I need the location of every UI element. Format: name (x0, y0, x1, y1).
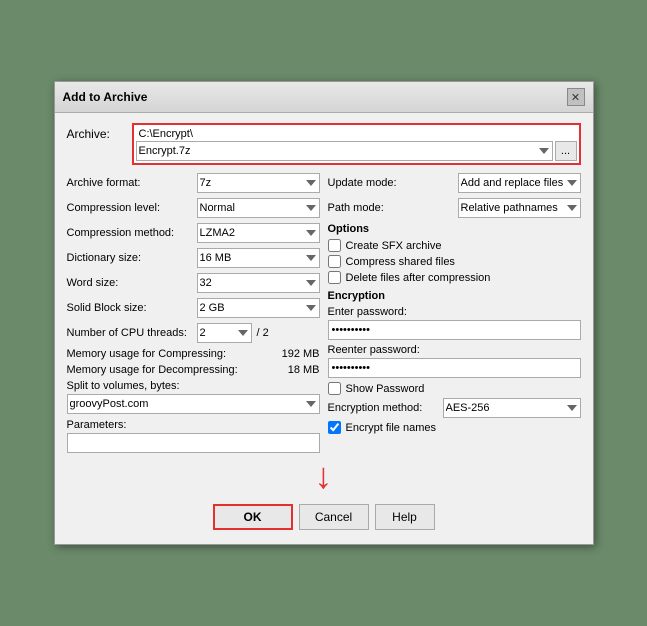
delete-files-label: Delete files after compression (346, 272, 491, 284)
word-size-label: Word size: (67, 277, 197, 289)
compression-method-label: Compression method: (67, 227, 197, 239)
enc-method-row: Encryption method: AES-256 (328, 398, 581, 418)
solid-block-label: Solid Block size: (67, 302, 197, 314)
archive-input-group: C:\Encrypt\ Encrypt.7z ... (132, 123, 581, 165)
compress-shared-row[interactable]: Compress shared files (328, 255, 581, 268)
solid-block-select[interactable]: 2 GB (197, 298, 320, 318)
update-mode-select[interactable]: Add and replace files (458, 173, 581, 193)
archive-format-select[interactable]: 7z (197, 173, 320, 193)
compression-level-row: Compression level: Normal (67, 198, 320, 218)
archive-format-label: Archive format: (67, 177, 197, 189)
archive-row: Archive: C:\Encrypt\ Encrypt.7z ... (67, 123, 581, 165)
left-column: Archive format: 7z Compression level: No… (67, 173, 320, 453)
button-row: OK Cancel Help (67, 498, 581, 534)
compression-level-label: Compression level: (67, 202, 197, 214)
archive-format-row: Archive format: 7z (67, 173, 320, 193)
encrypt-names-row[interactable]: Encrypt file names (328, 421, 581, 434)
params-input[interactable] (67, 433, 320, 453)
mem-decompress-value: 18 MB (265, 364, 320, 376)
cpu-threads-select[interactable]: 2 (197, 323, 252, 343)
close-button[interactable]: ✕ (567, 88, 585, 106)
help-button[interactable]: Help (375, 504, 435, 530)
mem-compress-value: 192 MB (265, 348, 320, 360)
word-size-row: Word size: 32 (67, 273, 320, 293)
show-password-checkbox[interactable] (328, 382, 341, 395)
mem-compress-label: Memory usage for Compressing: (67, 348, 265, 360)
arrow-area: ↓ (67, 453, 581, 498)
create-sfx-checkbox[interactable] (328, 239, 341, 252)
cpu-threads-row: Number of CPU threads: 2 / 2 (67, 323, 320, 343)
add-to-archive-dialog: Add to Archive ✕ Archive: C:\Encrypt\ En… (54, 81, 594, 545)
compress-shared-label: Compress shared files (346, 256, 455, 268)
ok-button[interactable]: OK (213, 504, 293, 530)
archive-select[interactable]: Encrypt.7z (136, 141, 553, 161)
compress-shared-checkbox[interactable] (328, 255, 341, 268)
split-row: Split to volumes, bytes: groovyPost.com (67, 380, 320, 414)
update-mode-label: Update mode: (328, 177, 458, 189)
archive-select-row: Encrypt.7z ... (136, 141, 577, 161)
delete-files-checkbox[interactable] (328, 271, 341, 284)
title-bar: Add to Archive ✕ (55, 82, 593, 113)
compression-method-row: Compression method: LZMA2 (67, 223, 320, 243)
encrypt-names-label: Encrypt file names (346, 422, 436, 434)
delete-files-row[interactable]: Delete files after compression (328, 271, 581, 284)
reenter-password-input[interactable] (328, 358, 581, 378)
split-label: Split to volumes, bytes: (67, 380, 320, 392)
show-password-row[interactable]: Show Password (328, 382, 581, 395)
params-label: Parameters: (67, 419, 320, 431)
dictionary-size-row: Dictionary size: 16 MB (67, 248, 320, 268)
solid-block-row: Solid Block size: 2 GB (67, 298, 320, 318)
enter-password-label: Enter password: (328, 306, 581, 318)
dialog-body: Archive: C:\Encrypt\ Encrypt.7z ... Arch… (55, 113, 593, 544)
main-content: Archive format: 7z Compression level: No… (67, 173, 581, 453)
word-size-select[interactable]: 32 (197, 273, 320, 293)
show-password-label: Show Password (346, 383, 425, 395)
browse-button[interactable]: ... (555, 141, 577, 161)
cancel-button[interactable]: Cancel (299, 504, 369, 530)
reenter-password-label: Reenter password: (328, 344, 581, 356)
enc-method-label: Encryption method: (328, 402, 443, 414)
dictionary-size-select[interactable]: 16 MB (197, 248, 320, 268)
enc-method-select[interactable]: AES-256 (443, 398, 581, 418)
compression-method-select[interactable]: LZMA2 (197, 223, 320, 243)
down-arrow-icon: ↓ (315, 458, 333, 494)
split-select[interactable]: groovyPost.com (67, 394, 320, 414)
mem-compress-row: Memory usage for Compressing: 192 MB (67, 348, 320, 360)
create-sfx-row[interactable]: Create SFX archive (328, 239, 581, 252)
path-mode-select[interactable]: Relative pathnames (458, 198, 581, 218)
compression-level-select[interactable]: Normal (197, 198, 320, 218)
path-mode-label: Path mode: (328, 202, 458, 214)
encryption-title: Encryption (328, 290, 581, 302)
encryption-section: Encryption Enter password: Reenter passw… (328, 290, 581, 434)
archive-path: C:\Encrypt\ (136, 127, 577, 141)
mem-decompress-row: Memory usage for Decompressing: 18 MB (67, 364, 320, 376)
enter-password-input[interactable] (328, 320, 581, 340)
encrypt-names-checkbox[interactable] (328, 421, 341, 434)
create-sfx-label: Create SFX archive (346, 240, 442, 252)
update-mode-row: Update mode: Add and replace files (328, 173, 581, 193)
mem-decompress-label: Memory usage for Decompressing: (67, 364, 265, 376)
params-section: Parameters: (67, 419, 320, 453)
cpu-threads-max: / 2 (257, 327, 269, 339)
right-column: Update mode: Add and replace files Path … (328, 173, 581, 453)
cpu-threads-label: Number of CPU threads: (67, 327, 197, 339)
archive-label: Archive: (67, 123, 132, 141)
path-mode-row: Path mode: Relative pathnames (328, 198, 581, 218)
dictionary-size-label: Dictionary size: (67, 252, 197, 264)
options-section: Options Create SFX archive Compress shar… (328, 223, 581, 284)
options-title: Options (328, 223, 581, 235)
dialog-title: Add to Archive (63, 90, 148, 104)
